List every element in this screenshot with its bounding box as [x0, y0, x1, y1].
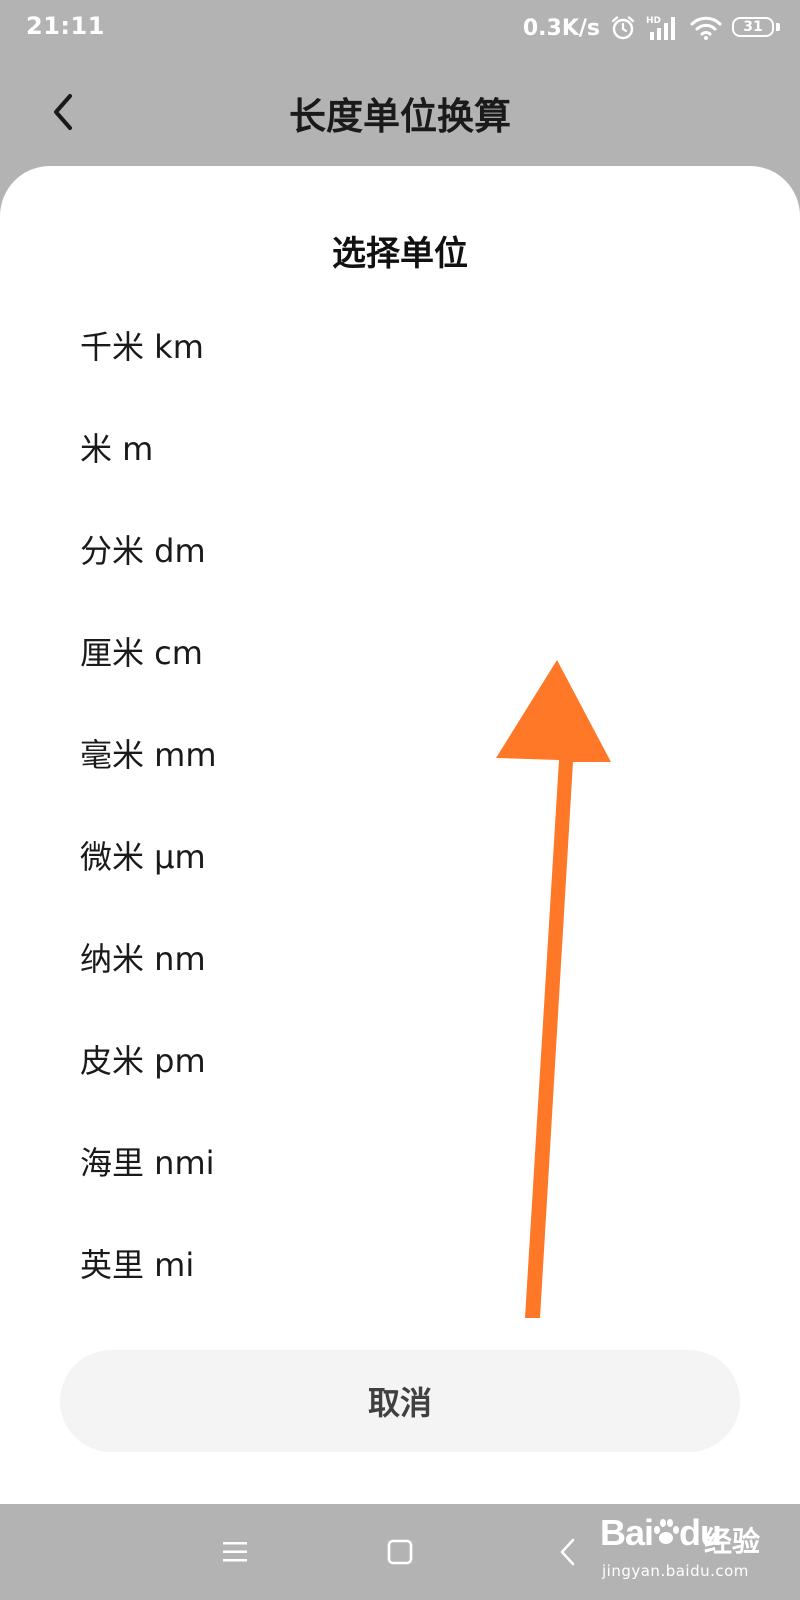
- unit-item-pm[interactable]: 皮米 pm: [0, 1008, 800, 1110]
- nav-back-button[interactable]: [546, 1532, 590, 1572]
- battery-icon: 31: [732, 17, 780, 39]
- screen: 21:11 0.3K/s HD 31 长度单位换算 选择单位 千米 km 米 m…: [0, 0, 800, 1600]
- unit-item-nm[interactable]: 纳米 nm: [0, 906, 800, 1008]
- watermark-sub: 经验: [704, 1525, 761, 1558]
- unit-label: 厘米 cm: [80, 634, 203, 672]
- unit-item-dm[interactable]: 分米 dm: [0, 498, 800, 600]
- unit-item-mi[interactable]: 英里 mi: [0, 1212, 800, 1314]
- unit-item-km[interactable]: 千米 km: [0, 294, 800, 396]
- unit-list-clip: 千米 km 米 m 分米 dm 厘米 cm 毫米 mm 微米 μm 纳米 nm …: [0, 294, 800, 1412]
- status-icons: 0.3K/s HD 31: [523, 10, 780, 46]
- unit-item-cm[interactable]: 厘米 cm: [0, 600, 800, 702]
- network-speed: 0.3K/s: [522, 15, 600, 41]
- menu-button[interactable]: [213, 1532, 257, 1572]
- watermark-url: jingyan.baidu.com: [602, 1562, 749, 1580]
- unit-label: 千米 km: [80, 328, 204, 366]
- app-header: 长度单位换算: [0, 56, 800, 166]
- home-button[interactable]: [378, 1532, 422, 1572]
- unit-item-mm[interactable]: 毫米 mm: [0, 702, 800, 804]
- unit-label: 微米 μm: [80, 838, 206, 876]
- unit-label: 英里 mi: [80, 1246, 195, 1284]
- menu-icon: [223, 1542, 247, 1562]
- cancel-button[interactable]: 取消: [60, 1350, 740, 1452]
- unit-picker-sheet: 选择单位 千米 km 米 m 分米 dm 厘米 cm 毫米 mm 微米 μm 纳…: [0, 166, 800, 1504]
- page-title: 长度单位换算: [289, 95, 511, 138]
- alarm-clock-icon: [610, 15, 636, 41]
- sheet-title: 选择单位: [332, 234, 468, 274]
- battery-level: 31: [732, 17, 774, 37]
- unit-label: 皮米 pm: [80, 1042, 206, 1080]
- battery-tip: [776, 23, 780, 31]
- hd-signal-icon: HD: [646, 14, 680, 42]
- baidu-jingyan-watermark: Bai du 经验 jingyan.baidu.com: [586, 1498, 786, 1594]
- unit-label: 米 m: [80, 430, 154, 468]
- watermark-brand: Bai du: [600, 1512, 722, 1553]
- unit-label: 毫米 mm: [80, 736, 217, 774]
- status-time: 21:11: [26, 12, 105, 40]
- status-bar: 21:11 0.3K/s HD 31: [0, 0, 800, 56]
- unit-list[interactable]: 千米 km 米 m 分米 dm 厘米 cm 毫米 mm 微米 μm 纳米 nm …: [0, 294, 800, 1452]
- paw-icon: [654, 1519, 680, 1544]
- wifi-icon: [690, 15, 722, 41]
- unit-label: 海里 nmi: [80, 1144, 215, 1182]
- chevron-left-icon: [560, 1538, 575, 1566]
- unit-item-m[interactable]: 米 m: [0, 396, 800, 498]
- unit-label: 纳米 nm: [80, 940, 206, 978]
- unit-item-nmi[interactable]: 海里 nmi: [0, 1110, 800, 1212]
- hd-badge: HD: [646, 16, 661, 26]
- unit-label: 分米 dm: [80, 532, 206, 570]
- square-home-icon: [387, 1539, 413, 1565]
- unit-item-um[interactable]: 微米 μm: [0, 804, 800, 906]
